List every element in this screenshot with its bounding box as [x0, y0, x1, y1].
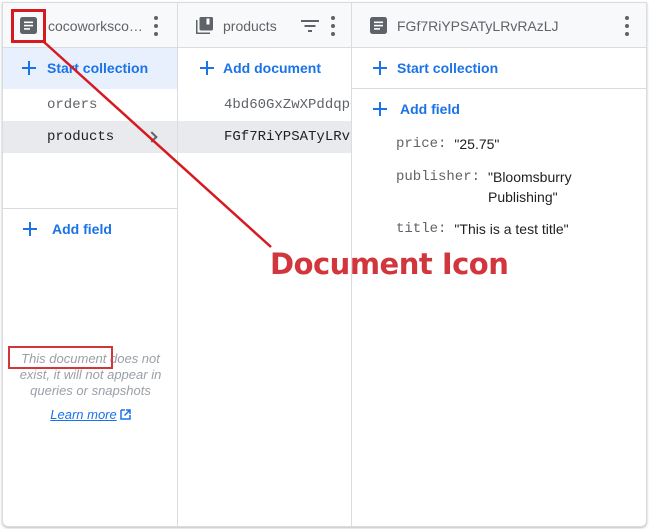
collection-icon	[196, 17, 213, 34]
add-field-button[interactable]: Add field	[3, 208, 178, 249]
annotation-highlight-box	[11, 9, 46, 43]
plus-icon	[200, 61, 214, 75]
collection-name: orders	[47, 97, 98, 113]
start-collection-label: Start collection	[397, 60, 499, 76]
start-collection-label: Start collection	[47, 60, 149, 76]
document-id: 4bd60GxZwXPddqp0	[224, 97, 352, 113]
annotation-highlight-box-notice	[8, 346, 113, 369]
add-field-label: Add field	[400, 101, 460, 117]
field-value: "Bloomsburry Publishing"	[488, 169, 572, 205]
external-link-icon	[119, 409, 131, 420]
field-row-title[interactable]: title: "This is a test title"	[396, 221, 569, 239]
chevron-right-icon	[146, 131, 158, 143]
field-key: price:	[396, 136, 447, 152]
collection-item-products[interactable]: products	[3, 121, 177, 153]
collection-header: products	[178, 3, 351, 48]
document-item-selected[interactable]: FGf7RiYPSATyLRvRAzLJ	[178, 121, 351, 153]
learn-more-link[interactable]: Learn more	[50, 407, 116, 422]
collection-title: products	[223, 18, 277, 34]
filter-icon[interactable]	[301, 19, 319, 33]
field-row-price[interactable]: price: "25.75"	[396, 136, 499, 154]
start-collection-button[interactable]: Start collection	[3, 48, 177, 89]
add-field-label: Add field	[52, 221, 112, 237]
field-value: "This is a test title"	[454, 221, 569, 237]
document-item[interactable]: 4bd60GxZwXPddqp0	[178, 89, 351, 121]
more-options-icon[interactable]	[330, 16, 336, 36]
plus-icon	[22, 61, 36, 75]
more-options-icon[interactable]	[624, 16, 630, 36]
add-document-label: Add document	[223, 60, 321, 76]
field-key: publisher:	[396, 169, 481, 185]
annotation-label: Document Icon	[270, 247, 509, 281]
start-collection-button[interactable]: Start collection	[352, 48, 646, 89]
plus-icon	[23, 222, 37, 236]
collection-item-orders[interactable]: orders	[3, 89, 177, 121]
document-header: FGf7RiYPSATyLRvRAzLJ	[352, 3, 646, 48]
add-field-button[interactable]: Add field	[352, 89, 646, 130]
document-icon	[370, 17, 387, 34]
more-options-icon[interactable]	[153, 16, 159, 36]
document-id: FGf7RiYPSATyLRvRAzLJ	[224, 129, 351, 145]
root-document-column: cocoworksco… Start collection orders pro…	[3, 3, 178, 526]
field-value: "25.75"	[454, 136, 500, 152]
collection-name: products	[47, 129, 115, 145]
plus-icon	[373, 102, 387, 116]
field-row-publisher[interactable]: publisher: "Bloomsburry Publishing"	[396, 169, 588, 207]
add-document-button[interactable]: Add document	[178, 48, 351, 89]
plus-icon	[373, 61, 387, 75]
root-document-title: cocoworksco…	[48, 18, 143, 34]
field-key: title:	[396, 221, 447, 237]
document-title: FGf7RiYPSATyLRvRAzLJ	[397, 18, 559, 34]
